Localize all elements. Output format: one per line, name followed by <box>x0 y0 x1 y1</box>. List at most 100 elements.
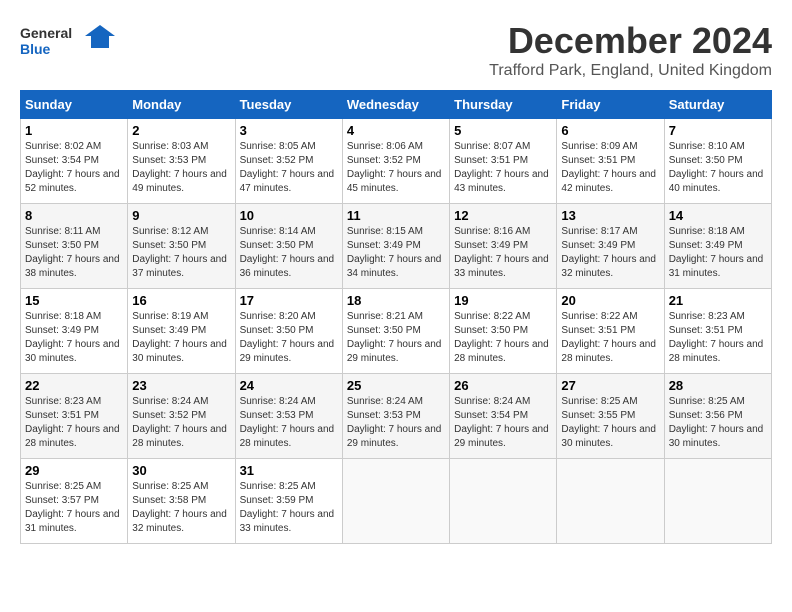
column-header-monday: Monday <box>128 91 235 119</box>
day-number: 1 <box>25 123 123 138</box>
day-number: 29 <box>25 463 123 478</box>
day-info: Sunrise: 8:15 AMSunset: 3:49 PMDaylight:… <box>347 225 445 281</box>
day-number: 27 <box>561 378 659 393</box>
day-number: 30 <box>132 463 230 478</box>
day-number: 20 <box>561 293 659 308</box>
day-info: Sunrise: 8:16 AMSunset: 3:49 PMDaylight:… <box>454 225 552 281</box>
day-number: 25 <box>347 378 445 393</box>
calendar-day-cell: 31 Sunrise: 8:25 AMSunset: 3:59 PMDayligh… <box>235 459 342 544</box>
day-info: Sunrise: 8:22 AMSunset: 3:50 PMDaylight:… <box>454 310 552 366</box>
calendar-week-row: 1 Sunrise: 8:02 AMSunset: 3:54 PMDaylight… <box>21 119 772 204</box>
day-number: 14 <box>669 208 767 223</box>
column-header-thursday: Thursday <box>450 91 557 119</box>
day-number: 11 <box>347 208 445 223</box>
day-info: Sunrise: 8:19 AMSunset: 3:49 PMDaylight:… <box>132 310 230 366</box>
calendar-week-row: 29Sunrise: 8:25 AMSunset: 3:57 PMDayligh… <box>21 459 772 544</box>
day-number: 5 <box>454 123 552 138</box>
calendar-day-cell: 5 Sunrise: 8:07 AMSunset: 3:51 PMDaylight… <box>450 119 557 204</box>
calendar-day-cell: 29Sunrise: 8:25 AMSunset: 3:57 PMDayligh… <box>21 459 128 544</box>
calendar-table: SundayMondayTuesdayWednesdayThursdayFrid… <box>20 90 772 544</box>
calendar-day-cell: 9 Sunrise: 8:12 AMSunset: 3:50 PMDaylight… <box>128 204 235 289</box>
empty-cell <box>664 459 771 544</box>
day-number: 21 <box>669 293 767 308</box>
location-title: Trafford Park, England, United Kingdom <box>489 62 772 80</box>
calendar-day-cell: 10Sunrise: 8:14 AMSunset: 3:50 PMDayligh… <box>235 204 342 289</box>
day-number: 17 <box>240 293 338 308</box>
day-number: 15 <box>25 293 123 308</box>
calendar-day-cell: 8Sunrise: 8:11 AMSunset: 3:50 PMDaylight… <box>21 204 128 289</box>
day-info: Sunrise: 8:24 AMSunset: 3:53 PMDaylight:… <box>347 395 445 451</box>
calendar-day-cell: 15 Sunrise: 8:18 AMSunset: 3:49 PMDayligh… <box>21 289 128 374</box>
day-number: 28 <box>669 378 767 393</box>
day-number: 3 <box>240 123 338 138</box>
day-info: Sunrise: 8:20 AMSunset: 3:50 PMDaylight:… <box>240 310 338 366</box>
day-info: Sunrise: 8:23 AMSunset: 3:51 PMDaylight:… <box>25 395 123 451</box>
calendar-day-cell: 7Sunrise: 8:10 AMSunset: 3:50 PMDaylight… <box>664 119 771 204</box>
day-number: 19 <box>454 293 552 308</box>
day-number: 13 <box>561 208 659 223</box>
day-info: Sunrise: 8:24 AMSunset: 3:53 PMDaylight:… <box>240 395 338 451</box>
day-info: Sunrise: 8:06 AMSunset: 3:52 PMDaylight:… <box>347 140 445 196</box>
day-info: Sunrise: 8:24 AMSunset: 3:52 PMDaylight:… <box>132 395 230 451</box>
calendar-day-cell: 21Sunrise: 8:23 AMSunset: 3:51 PMDayligh… <box>664 289 771 374</box>
day-info: Sunrise: 8:21 AMSunset: 3:50 PMDaylight:… <box>347 310 445 366</box>
calendar-day-cell: 23 Sunrise: 8:24 AMSunset: 3:52 PMDayligh… <box>128 374 235 459</box>
day-number: 6 <box>561 123 659 138</box>
calendar-day-cell: 17 Sunrise: 8:20 AMSunset: 3:50 PMDayligh… <box>235 289 342 374</box>
day-number: 23 <box>132 378 230 393</box>
day-info: Sunrise: 8:25 AMSunset: 3:55 PMDaylight:… <box>561 395 659 451</box>
column-header-friday: Friday <box>557 91 664 119</box>
day-info: Sunrise: 8:18 AMSunset: 3:49 PMDaylight:… <box>669 225 767 281</box>
day-info: Sunrise: 8:18 AMSunset: 3:49 PMDaylight:… <box>25 310 123 366</box>
calendar-day-cell: 25 Sunrise: 8:24 AMSunset: 3:53 PMDayligh… <box>342 374 449 459</box>
calendar-day-cell: 2 Sunrise: 8:03 AMSunset: 3:53 PMDaylight… <box>128 119 235 204</box>
calendar-day-cell: 30 Sunrise: 8:25 AMSunset: 3:58 PMDayligh… <box>128 459 235 544</box>
calendar-day-cell: 11 Sunrise: 8:15 AMSunset: 3:49 PMDayligh… <box>342 204 449 289</box>
day-info: Sunrise: 8:02 AMSunset: 3:54 PMDaylight:… <box>25 140 123 196</box>
calendar-day-cell: 27 Sunrise: 8:25 AMSunset: 3:55 PMDayligh… <box>557 374 664 459</box>
column-header-tuesday: Tuesday <box>235 91 342 119</box>
day-info: Sunrise: 8:25 AMSunset: 3:58 PMDaylight:… <box>132 480 230 536</box>
calendar-week-row: 15 Sunrise: 8:18 AMSunset: 3:49 PMDayligh… <box>21 289 772 374</box>
day-number: 16 <box>132 293 230 308</box>
day-info: Sunrise: 8:07 AMSunset: 3:51 PMDaylight:… <box>454 140 552 196</box>
calendar-day-cell: 13 Sunrise: 8:17 AMSunset: 3:49 PMDayligh… <box>557 204 664 289</box>
logo: General Blue <box>20 20 120 65</box>
day-info: Sunrise: 8:22 AMSunset: 3:51 PMDaylight:… <box>561 310 659 366</box>
day-info: Sunrise: 8:05 AMSunset: 3:52 PMDaylight:… <box>240 140 338 196</box>
calendar-day-cell: 18 Sunrise: 8:21 AMSunset: 3:50 PMDayligh… <box>342 289 449 374</box>
empty-cell <box>557 459 664 544</box>
day-info: Sunrise: 8:14 AMSunset: 3:50 PMDaylight:… <box>240 225 338 281</box>
svg-text:Blue: Blue <box>20 41 51 57</box>
calendar-day-cell: 20 Sunrise: 8:22 AMSunset: 3:51 PMDayligh… <box>557 289 664 374</box>
month-title: December 2024 <box>489 20 772 62</box>
column-header-sunday: Sunday <box>21 91 128 119</box>
day-number: 2 <box>132 123 230 138</box>
title-area: December 2024 Trafford Park, England, Un… <box>489 20 772 80</box>
calendar-week-row: 22Sunrise: 8:23 AMSunset: 3:51 PMDayligh… <box>21 374 772 459</box>
svg-text:General: General <box>20 25 72 41</box>
day-number: 4 <box>347 123 445 138</box>
day-info: Sunrise: 8:11 AMSunset: 3:50 PMDaylight:… <box>25 225 123 281</box>
day-info: Sunrise: 8:24 AMSunset: 3:54 PMDaylight:… <box>454 395 552 451</box>
day-info: Sunrise: 8:25 AMSunset: 3:59 PMDaylight:… <box>240 480 338 536</box>
calendar-day-cell: 22Sunrise: 8:23 AMSunset: 3:51 PMDayligh… <box>21 374 128 459</box>
calendar-day-cell: 3 Sunrise: 8:05 AMSunset: 3:52 PMDaylight… <box>235 119 342 204</box>
day-number: 9 <box>132 208 230 223</box>
calendar-day-cell: 19 Sunrise: 8:22 AMSunset: 3:50 PMDayligh… <box>450 289 557 374</box>
calendar-week-row: 8Sunrise: 8:11 AMSunset: 3:50 PMDaylight… <box>21 204 772 289</box>
day-info: Sunrise: 8:10 AMSunset: 3:50 PMDaylight:… <box>669 140 767 196</box>
calendar-day-cell: 6Sunrise: 8:09 AMSunset: 3:51 PMDaylight… <box>557 119 664 204</box>
calendar-day-cell: 14 Sunrise: 8:18 AMSunset: 3:49 PMDayligh… <box>664 204 771 289</box>
day-info: Sunrise: 8:12 AMSunset: 3:50 PMDaylight:… <box>132 225 230 281</box>
day-info: Sunrise: 8:17 AMSunset: 3:49 PMDaylight:… <box>561 225 659 281</box>
day-number: 18 <box>347 293 445 308</box>
day-info: Sunrise: 8:25 AMSunset: 3:56 PMDaylight:… <box>669 395 767 451</box>
day-info: Sunrise: 8:03 AMSunset: 3:53 PMDaylight:… <box>132 140 230 196</box>
day-number: 31 <box>240 463 338 478</box>
calendar-header-row: SundayMondayTuesdayWednesdayThursdayFrid… <box>21 91 772 119</box>
calendar-day-cell: 1 Sunrise: 8:02 AMSunset: 3:54 PMDaylight… <box>21 119 128 204</box>
day-number: 12 <box>454 208 552 223</box>
page-header: General Blue December 2024 Trafford Park… <box>20 20 772 80</box>
day-number: 24 <box>240 378 338 393</box>
